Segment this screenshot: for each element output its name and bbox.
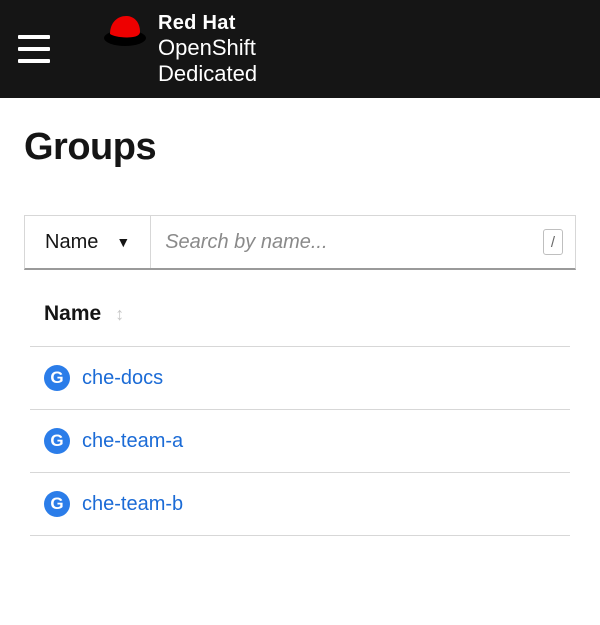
search-container: / <box>151 216 575 268</box>
filter-attribute-dropdown[interactable]: Name ▼ <box>25 216 151 268</box>
brand-line-1: Red Hat <box>158 12 257 35</box>
brand-text: Red Hat OpenShift Dedicated <box>158 12 257 86</box>
brand-logo[interactable]: Red Hat OpenShift Dedicated <box>102 12 257 86</box>
brand-line-2: OpenShift <box>158 35 257 60</box>
keyboard-shortcut-hint: / <box>543 229 563 255</box>
search-input[interactable] <box>165 231 543 254</box>
sort-icon[interactable]: ↕ <box>115 304 124 325</box>
caret-down-icon: ▼ <box>116 234 130 250</box>
filter-toolbar: Name ▼ / <box>24 215 576 270</box>
filter-attribute-label: Name <box>45 231 98 254</box>
column-header-name[interactable]: Name <box>44 302 101 326</box>
groups-table: Name ↕ Gche-docsGche-team-aGche-team-b <box>24 302 576 536</box>
page-body: Groups Name ▼ / Name ↕ Gche-docsGche-tea… <box>0 98 600 536</box>
top-nav-bar: Red Hat OpenShift Dedicated <box>0 0 600 98</box>
table-row: Gche-team-a <box>30 410 570 473</box>
group-link[interactable]: che-team-b <box>82 493 183 516</box>
page-title: Groups <box>24 126 576 169</box>
group-resource-icon: G <box>44 365 70 391</box>
table-row: Gche-team-b <box>30 473 570 536</box>
group-link[interactable]: che-docs <box>82 367 163 390</box>
brand-line-3: Dedicated <box>158 61 257 86</box>
group-resource-icon: G <box>44 491 70 517</box>
group-link[interactable]: che-team-a <box>82 430 183 453</box>
table-header-row: Name ↕ <box>30 302 570 347</box>
redhat-icon <box>102 12 148 48</box>
menu-toggle[interactable] <box>18 35 50 63</box>
table-row: Gche-docs <box>30 347 570 410</box>
group-resource-icon: G <box>44 428 70 454</box>
